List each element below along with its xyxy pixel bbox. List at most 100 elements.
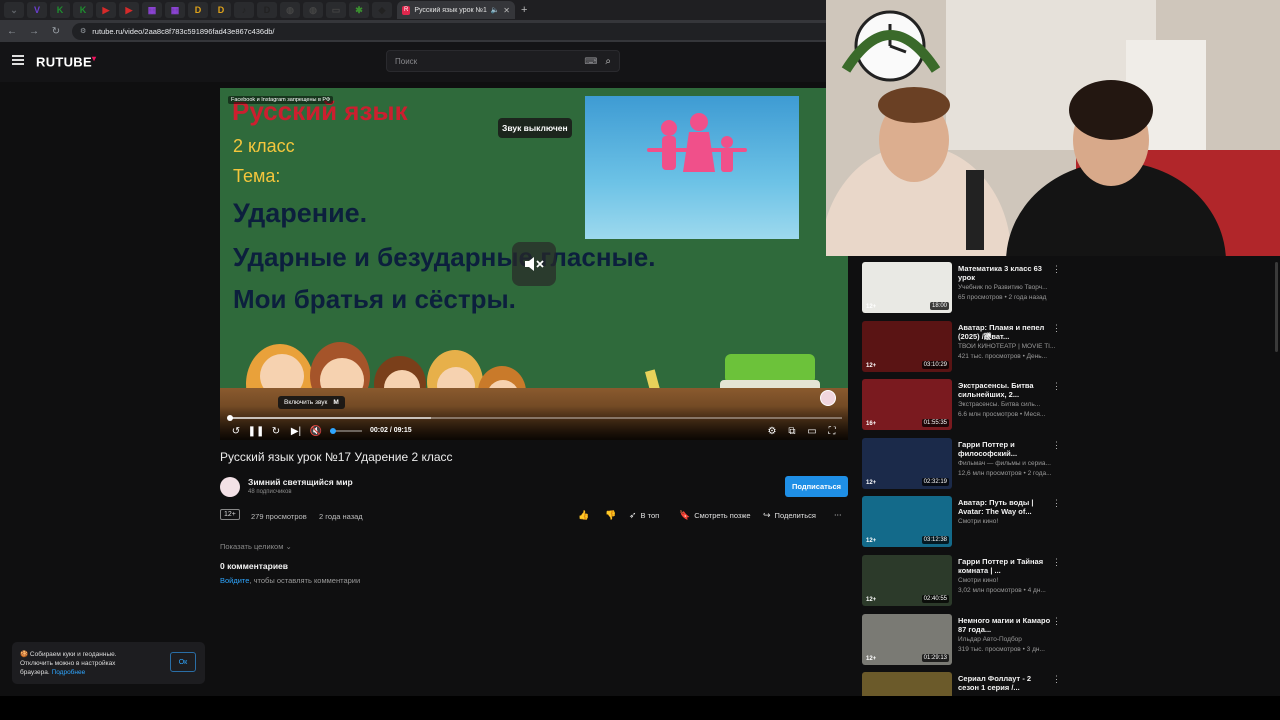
- recommendation-item[interactable]: 12+ 03:12:38 Аватар: Путь воды | Avatar: T…: [862, 496, 1072, 555]
- recommendation-channel[interactable]: Экстрасенсы. Битва силь...: [958, 401, 1066, 408]
- more-options-icon[interactable]: ⋮: [1052, 498, 1061, 509]
- more-options-icon[interactable]: ⋮: [1052, 616, 1061, 627]
- cookie-ok-button[interactable]: Ок: [170, 652, 196, 672]
- recommendation-title[interactable]: Аватар: Путь воды | Avatar: The Way of..…: [958, 498, 1054, 516]
- reload-icon[interactable]: ↻: [50, 26, 62, 37]
- browser-tab-13[interactable]: ◍: [303, 2, 323, 18]
- recommendation-item[interactable]: 12+ 02:32:19 Гарри Поттер и философский...…: [862, 437, 1072, 497]
- search-input[interactable]: Поиск ⌨ ⌕: [386, 50, 620, 72]
- active-tab[interactable]: R Русский язык урок №17 У 🔈 ✕: [397, 1, 515, 19]
- video-thumbnail[interactable]: 12+ 02:40:55: [862, 554, 952, 606]
- browser-tab-1[interactable]: V: [27, 2, 47, 18]
- video-thumbnail[interactable]: 12+ 02:32:19: [862, 437, 952, 489]
- menu-icon[interactable]: [12, 55, 24, 65]
- rutube-logo[interactable]: RUTUBE▾: [36, 54, 96, 69]
- login-link[interactable]: Войдите: [220, 576, 249, 585]
- pause-icon[interactable]: ❚❚: [248, 425, 265, 437]
- video-thumbnail[interactable]: 12+ 03:10:29: [862, 320, 952, 372]
- subscribe-button[interactable]: Подписаться: [785, 476, 848, 497]
- dislike-button[interactable]: 👎: [605, 510, 616, 521]
- browser-tab-5[interactable]: ▶: [119, 2, 139, 18]
- muted-indicator[interactable]: [512, 242, 556, 286]
- fb-notice: Facebook и Instagram запрещены в РФ: [228, 96, 334, 104]
- browser-tab-10[interactable]: ♪: [234, 2, 254, 18]
- video-thumbnail[interactable]: 16+ 01:55:35: [862, 379, 952, 431]
- browser-tab-6[interactable]: ▦: [142, 2, 162, 18]
- recommendation-item[interactable]: 12+ 01:29:13 Немного магии и Камаро 87 год…: [862, 613, 1072, 673]
- recommendation-item[interactable]: 12+ 03:10:29 Аватар: Пламя и пепел (2025) …: [862, 320, 1072, 380]
- recommendation-channel[interactable]: Ильдар Авто-Подбор: [958, 636, 1066, 643]
- show-full-description[interactable]: Показать целиком ⌄: [220, 542, 292, 551]
- search-icon[interactable]: ⌕: [605, 56, 611, 67]
- picture-in-picture-icon[interactable]: ⧉: [785, 425, 799, 437]
- video-thumbnail[interactable]: 12+ 03:12:38: [862, 496, 952, 548]
- recommendation-title[interactable]: Немного магии и Камаро 87 года...: [958, 616, 1054, 634]
- progress-bar[interactable]: [227, 415, 842, 421]
- recommendation-title[interactable]: Гарри Поттер и философский...: [958, 440, 1054, 458]
- video-thumbnail[interactable]: 12+ 01:29:13: [862, 613, 952, 665]
- forward-10-icon[interactable]: ↻: [269, 425, 283, 437]
- new-tab-button[interactable]: +: [521, 4, 527, 16]
- board-line-3: Мои братья и сёстры.: [233, 284, 516, 314]
- back-icon[interactable]: ←: [6, 26, 18, 37]
- browser-tab-9[interactable]: D: [211, 2, 231, 18]
- thumb-duration: 01:55:35: [921, 419, 949, 428]
- recommendation-channel[interactable]: ТВОЙ КИНОТЕАТР | MOVIE TI...: [958, 343, 1066, 350]
- speaker-icon[interactable]: 🔈: [491, 6, 500, 14]
- scrollbar[interactable]: [1275, 262, 1278, 352]
- keyboard-icon[interactable]: ⌨: [584, 56, 597, 67]
- browser-tab-16[interactable]: ◆: [372, 2, 392, 18]
- next-icon[interactable]: ▶|: [289, 425, 303, 437]
- volume-knob[interactable]: [330, 428, 336, 434]
- more-options-icon[interactable]: ⋯: [834, 510, 842, 519]
- recommendation-channel[interactable]: Смотри кино!: [958, 577, 1066, 584]
- like-button[interactable]: 👍: [578, 510, 589, 521]
- cookie-more-link[interactable]: Подробнее: [52, 669, 86, 676]
- url-field[interactable]: ⚙ rutube.ru/video/2aa8c8f783c591896fad43…: [72, 22, 872, 40]
- browser-tab-4[interactable]: ▶: [96, 2, 116, 18]
- to-top-button[interactable]: ➶ В топ: [629, 510, 659, 521]
- browser-tab-7[interactable]: ▦: [165, 2, 185, 18]
- recommendation-item[interactable]: 12+ 18:00 Математика 3 класс 63 урок Учебни…: [862, 262, 1072, 321]
- more-options-icon[interactable]: ⋮: [1052, 381, 1061, 392]
- forward-icon[interactable]: →: [28, 26, 40, 37]
- watch-later-button[interactable]: 🔖 Смотреть позже: [679, 510, 751, 521]
- browser-tab-14[interactable]: ▭: [326, 2, 346, 18]
- more-options-icon[interactable]: ⋮: [1052, 323, 1061, 334]
- more-options-icon[interactable]: ⋮: [1052, 557, 1061, 568]
- more-options-icon[interactable]: ⋮: [1052, 440, 1061, 451]
- recommendation-title[interactable]: Математика 3 класс 63 урок: [958, 264, 1054, 282]
- more-options-icon[interactable]: ⋮: [1052, 674, 1061, 685]
- channel-name[interactable]: Зимний светящийся мир: [248, 477, 353, 487]
- settings-gear-icon[interactable]: ⚙: [765, 425, 779, 437]
- close-tab-icon[interactable]: ✕: [503, 6, 510, 15]
- recommendation-title[interactable]: Гарри Поттер и Тайная комната | ...: [958, 557, 1054, 575]
- site-info-icon[interactable]: ⚙: [80, 27, 86, 35]
- browser-tab-12[interactable]: ◍: [280, 2, 300, 18]
- rewind-10-icon[interactable]: ↺: [229, 425, 243, 437]
- recommendation-title[interactable]: Сериал Фоллаут - 2 сезон 1 серия /...: [958, 674, 1054, 692]
- video-thumbnail[interactable]: 12+ 18:00: [862, 262, 952, 313]
- more-options-icon[interactable]: ⋮: [1052, 264, 1061, 275]
- theater-mode-icon[interactable]: ▭: [805, 425, 819, 437]
- recommendation-channel[interactable]: Фильмач — фильмы и сериа...: [958, 460, 1066, 467]
- share-button[interactable]: ↪ Поделиться: [763, 510, 816, 521]
- recommendation-channel[interactable]: Учебник по Развитию Творч...: [958, 284, 1066, 291]
- fullscreen-icon[interactable]: ⛶: [825, 425, 839, 437]
- browser-tab-0[interactable]: ⌄: [4, 2, 24, 18]
- video-player[interactable]: Русский язык 2 класс Тема: Ударение. Уда…: [220, 88, 848, 440]
- recommendation-title[interactable]: Аватар: Пламя и пепел (2025) /躨ват...: [958, 323, 1054, 341]
- webcam-scene: [826, 0, 1280, 256]
- browser-tab-11[interactable]: D: [257, 2, 277, 18]
- volume-slider[interactable]: [330, 428, 362, 434]
- volume-mute-button-icon[interactable]: 🔇: [309, 425, 323, 437]
- browser-tab-3[interactable]: K: [73, 2, 93, 18]
- browser-tab-15[interactable]: ✱: [349, 2, 369, 18]
- recommendation-item[interactable]: 16+ 01:55:35 Экстрасенсы. Битва сильнейших…: [862, 379, 1072, 438]
- channel-avatar[interactable]: [220, 477, 240, 497]
- recommendation-title[interactable]: Экстрасенсы. Битва сильнейших, 2...: [958, 381, 1054, 399]
- browser-tab-2[interactable]: K: [50, 2, 70, 18]
- browser-tab-8[interactable]: D: [188, 2, 208, 18]
- recommendation-item[interactable]: 12+ 02:40:55 Гарри Поттер и Тайная комната…: [862, 554, 1072, 614]
- recommendation-channel[interactable]: Смотри кино!: [958, 518, 1066, 525]
